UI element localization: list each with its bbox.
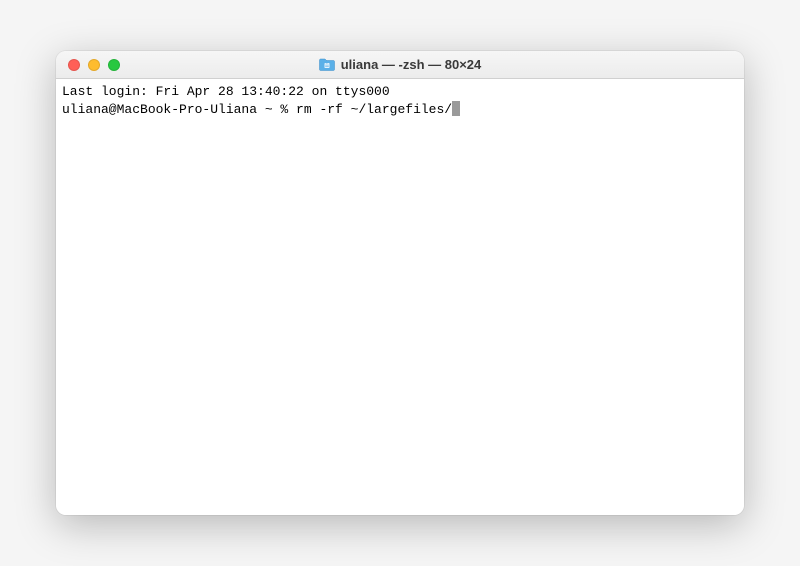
traffic-lights xyxy=(56,59,120,71)
maximize-button[interactable] xyxy=(108,59,120,71)
close-button[interactable] xyxy=(68,59,80,71)
terminal-window: uliana — -zsh — 80×24 Last login: Fri Ap… xyxy=(56,51,744,515)
window-titlebar[interactable]: uliana — -zsh — 80×24 xyxy=(56,51,744,79)
shell-prompt: uliana@MacBook-Pro-Uliana ~ % xyxy=(62,102,296,117)
prompt-line: uliana@MacBook-Pro-Uliana ~ % rm -rf ~/l… xyxy=(62,101,738,119)
last-login-line: Last login: Fri Apr 28 13:40:22 on ttys0… xyxy=(62,83,738,101)
title-area: uliana — -zsh — 80×24 xyxy=(56,57,744,72)
minimize-button[interactable] xyxy=(88,59,100,71)
window-title: uliana — -zsh — 80×24 xyxy=(341,57,482,72)
cursor xyxy=(452,101,460,116)
terminal-body[interactable]: Last login: Fri Apr 28 13:40:22 on ttys0… xyxy=(56,79,744,515)
folder-icon xyxy=(319,58,335,71)
command-text: rm -rf ~/largefiles/ xyxy=(296,102,452,117)
